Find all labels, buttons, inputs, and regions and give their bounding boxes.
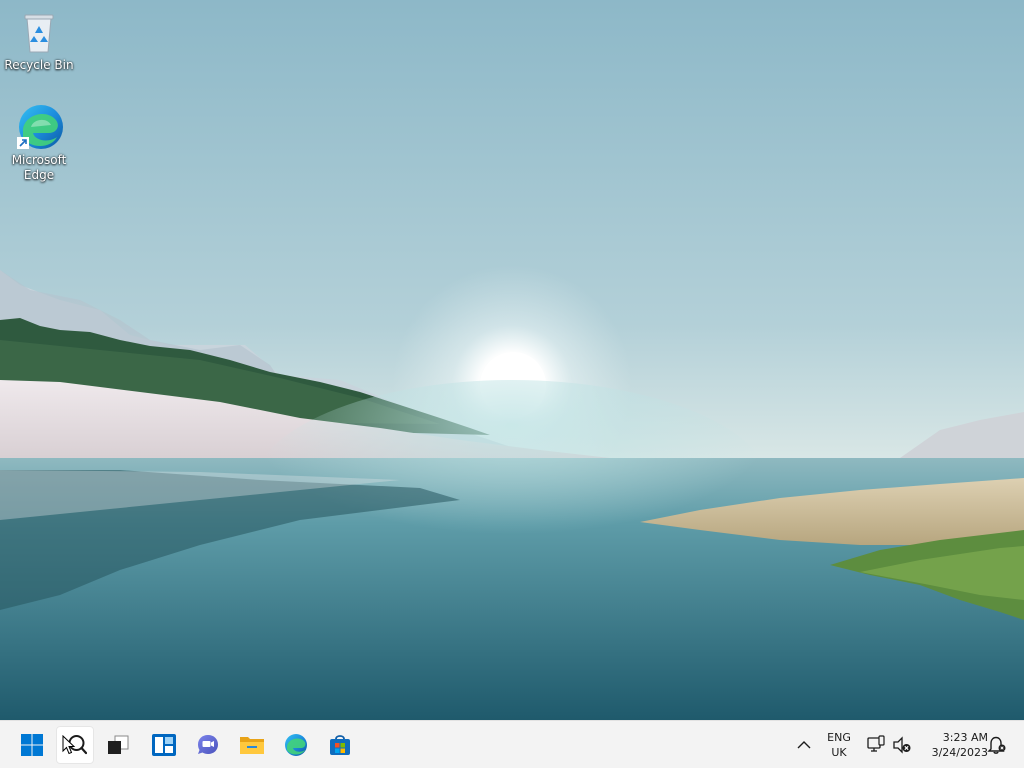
wallpaper [0,0,1024,720]
store-icon [330,735,350,755]
network-button[interactable] [866,735,886,755]
edge-icon [285,734,307,756]
notification-bell-icon [987,736,1006,754]
keyboard-layout: UK [831,746,847,759]
taskbar: ENG UK 3:23 AM 3/24/2023 [0,720,1024,768]
show-hidden-icons-button[interactable] [794,735,814,755]
input-language-indicator[interactable]: ENG UK [820,730,858,760]
widgets-button[interactable] [145,726,183,764]
language-code: ENG [827,731,851,744]
desktop-icon-recycle-bin[interactable]: Recycle Bin [3,8,75,73]
volume-muted-icon [893,736,911,754]
widgets-icon [152,734,176,756]
edge-icon [15,103,63,151]
desktop-icon-label: Microsoft Edge [11,153,67,182]
task-view-icon [108,735,129,754]
notifications-button[interactable] [986,735,1008,755]
desktop-icon-microsoft-edge[interactable]: Microsoft Edge [3,103,75,183]
volume-button[interactable] [892,735,912,755]
folder-icon [240,737,264,754]
network-icon [867,735,885,752]
edge-taskbar-button[interactable] [277,726,315,764]
recycle-bin-icon [15,8,63,56]
desktop[interactable]: Recycle Bin Microsoft Edge [0,0,1024,720]
file-explorer-button[interactable] [233,726,271,764]
chat-button[interactable] [189,726,227,764]
store-button[interactable] [321,726,359,764]
task-view-button[interactable] [99,726,137,764]
windows-logo-icon [21,734,43,756]
clock[interactable]: 3:23 AM 3/24/2023 [918,730,988,760]
start-button[interactable] [13,726,51,764]
chat-icon [198,735,218,754]
desktop-icon-label: Recycle Bin [4,58,74,72]
chevron-up-icon [797,741,811,749]
date: 3/24/2023 [931,746,988,759]
mouse-cursor-icon [62,735,76,755]
time: 3:23 AM [942,731,988,744]
